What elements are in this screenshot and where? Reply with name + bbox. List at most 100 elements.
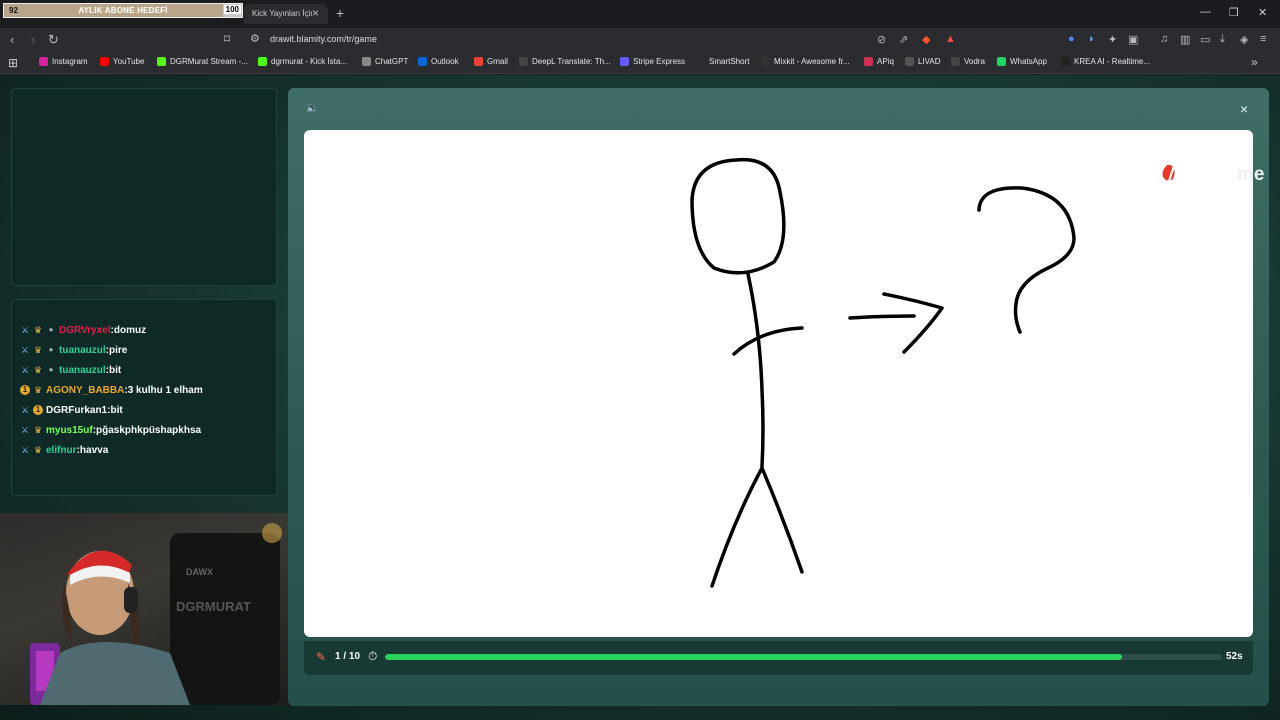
screenshot-icon[interactable]: ▣ [1128,33,1138,46]
chat-panel: ⚔ ♛ ● DGRVryxel: domuz ⚔ ♛ ● tuanauzul: pire ⚔ ♛ ● tu… [11,299,277,496]
player-drawing [690,157,1076,588]
chat-message: ⚔ ♛ elifnur: havva [20,440,276,460]
gift-badge-icon: ● [48,365,54,374]
chat-username[interactable]: tuanauzul [59,365,106,376]
livad-icon [905,57,914,66]
site-info-icon[interactable]: ⚙ [250,32,260,45]
crown-badge-icon: ♛ [33,445,43,455]
back-icon[interactable]: ‹ [10,32,14,47]
share-icon[interactable]: ⇗ [899,33,908,46]
bookmark-label: Instagram [52,57,88,66]
gift-badge-icon: ● [48,345,54,354]
one-badge-icon: 1 [20,385,30,395]
minimize-icon[interactable]: — [1200,6,1211,18]
chat-text: pğaskphkpüshapkhsa [96,424,202,436]
vpn-icon[interactable]: ◈ [1240,33,1248,46]
crown-badge-icon: ♛ [33,425,43,435]
bookmark-label: Outlook [431,57,459,66]
new-tab-icon[interactable]: + [336,5,344,21]
apps-grid-icon[interactable]: ⊞ [8,56,18,70]
close-window-icon[interactable]: ✕ [1258,6,1267,19]
one-badge-icon: 1 [33,405,43,415]
bookmark-apiq[interactable]: APiq [864,57,894,66]
whatsapp-icon [997,57,1006,66]
bookmark-icon[interactable]: ⌑ [224,32,230,46]
tab-title: Kick Yayınları İçin Ç [252,9,312,18]
crown-badge-icon: ♛ [33,385,43,395]
extension-blue-icon[interactable]: ● [1068,33,1075,45]
bookmark-label: dgrmurat - Kick İsta... [271,57,348,66]
bookmark-label: Vodra [964,57,985,66]
extensions-icon[interactable]: ✦ [1108,33,1117,46]
chat-username[interactable]: myus15uf [46,425,93,436]
bookmark-label: SmartShort [709,57,750,66]
time-remaining: 52s [1226,651,1243,662]
sword-badge-icon: ⚔ [20,345,30,355]
bookmark-stripe-express[interactable]: Stripe Express [620,57,685,66]
bookmark-label: ChatGPT [375,57,409,66]
bookmark-instagram[interactable]: Instagram [39,57,88,66]
address-bar: ‹ › ↻ ⌑ ⚙ drawit.blamity.com/tr/game ⊘ ⇗… [0,28,1280,52]
bookmark-gmail[interactable]: Gmail [474,57,508,66]
wallet-2-icon[interactable]: ▭ [1200,33,1210,46]
download-icon[interactable]: ⤓ [1220,33,1225,46]
chat-username[interactable]: AGONY_BABBA [46,385,124,396]
reload-icon[interactable]: ↻ [48,32,59,48]
bookmark-whatsapp[interactable]: WhatsApp [997,57,1047,66]
bookmark-mixkit-awesome-fr[interactable]: Mixkit - Awesome fr... [761,57,849,66]
chat-username[interactable]: elifnur [46,445,77,456]
forward-icon[interactable]: › [31,32,35,47]
sound-icon[interactable]: 🔈 [306,103,318,114]
bookmarks-bar: ⊞ Instagram YouTube DGRMurat Stream -... dg… [0,52,1280,74]
chat-message: ⚔ 1 DGRFurkan1: bit [20,400,276,420]
bookmark-label: Mixkit - Awesome fr... [774,57,850,66]
gmail-icon [474,57,483,66]
crown-badge-icon: ♛ [33,325,43,335]
bookmark-deepl-translate-th[interactable]: DeepL Translate: Th... [519,57,611,66]
bookmark-label: DGRMurat Stream -... [170,57,248,66]
browser-tab-bar: 92 AYLIK ABONE HEDEFİ 100 Kick Yayınları… [0,0,1280,28]
chat-text: pire [109,344,128,356]
crown-badge-icon: ♛ [33,365,43,375]
wallet-icon[interactable]: ◗ [1088,33,1095,45]
sword-badge-icon: ⚔ [20,325,30,335]
restore-icon[interactable]: ❐ [1229,6,1239,19]
timer-progress-fill [385,654,1122,660]
active-tab[interactable]: Kick Yayınları İçin Ç × [244,4,328,24]
bookmark-outlook[interactable]: Outlook [418,57,459,66]
url-field[interactable]: drawit.blamity.com/tr/game [270,34,377,44]
close-modal-icon[interactable]: × [1240,101,1248,117]
bookmark-dgrmurat-kick-i-sta[interactable]: dgrmurat - Kick İsta... [258,57,347,66]
bookmark-smartshort[interactable]: SmartShort [696,57,749,66]
bookmark-krea-ai-realtime[interactable]: KREA AI - Realtime... [1061,57,1150,66]
empty-overlay-panel [11,88,277,286]
drawing-canvas[interactable] [304,130,1253,637]
bookmark-label: APiq [877,57,894,66]
apiq-icon [864,57,873,66]
chat-username[interactable]: DGRFurkan1 [46,405,107,416]
chat-text: domuz [113,324,147,336]
chat-username[interactable]: tuanauzul [59,345,106,356]
streamer-webcam-image: DAWX DGRMURAT [30,523,282,705]
webcam-feed: DAWX DGRMURAT [0,513,296,705]
close-tab-icon[interactable]: × [312,6,319,20]
bookmark-chatgpt[interactable]: ChatGPT [362,57,408,66]
brave-shield-icon[interactable]: ◆ [922,33,930,46]
bookmark-label: Stripe Express [633,57,686,66]
music-icon[interactable]: ♫ [1160,33,1168,45]
tracking-off-icon[interactable]: ⊘ [877,33,886,46]
bookmark-vodra[interactable]: Vodra [951,57,985,66]
goal-target-count: 100 [223,5,241,14]
brave-rewards-icon[interactable]: ▲ [945,33,956,45]
chat-username[interactable]: DGRVryxel [59,325,111,336]
sword-badge-icon: ⚔ [20,405,30,415]
timer-icon: ⏱ [368,649,378,663]
more-bookmarks-icon[interactable]: » [1251,55,1258,69]
bookmark-youtube[interactable]: YouTube [100,57,144,66]
chat-text: bit [110,404,123,416]
bookmark-dgrmurat-stream[interactable]: DGRMurat Stream -... [157,57,248,66]
menu-icon[interactable]: ≡ [1260,33,1266,45]
bookmark-livad[interactable]: LIVAD [905,57,941,66]
sidebar-icon[interactable]: ▥ [1180,33,1190,46]
bookmark-label: YouTube [113,57,145,66]
